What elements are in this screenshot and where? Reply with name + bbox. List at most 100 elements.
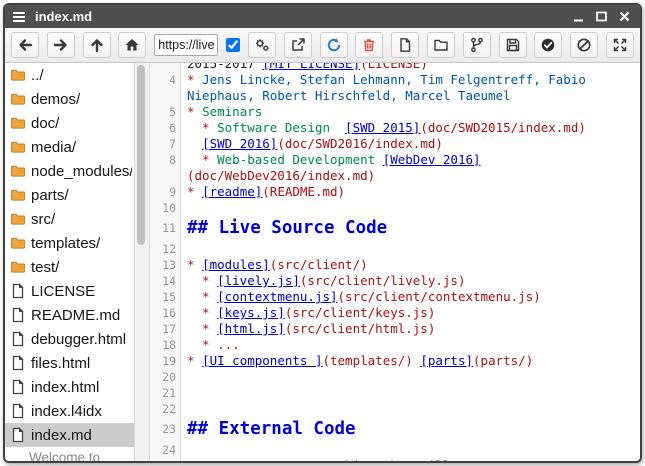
toolbar — [5, 28, 640, 63]
file-name: templates/ — [31, 235, 100, 252]
close-button[interactable] — [618, 10, 631, 23]
code-line[interactable]: 16 * [keys.js](src/client/keys.js) — [150, 305, 640, 321]
code-line[interactable]: 4* Jens Lincke, Stefan Lehmann, Tim Felg… — [150, 72, 640, 88]
code-line[interactable]: 21 — [150, 385, 640, 401]
new-folder-button[interactable] — [427, 32, 455, 58]
code-line-text: * Web-based Development [WebDev 2016] — [187, 152, 481, 167]
forward-button[interactable] — [47, 32, 75, 58]
file-name: demos/ — [31, 91, 80, 108]
line-number: 25 — [150, 458, 176, 461]
code-line[interactable]: 8 * Web-based Development [WebDev 2016] — [150, 152, 640, 168]
code-line[interactable]: Niephaus, Robert Hirschfeld, Marcel Taeu… — [150, 88, 640, 104]
code-line-text: * [UI components ](templates/) [parts](p… — [187, 353, 533, 368]
arrow-right-icon — [53, 37, 69, 53]
folder-icon — [10, 115, 26, 131]
file-icon — [10, 331, 26, 347]
line-number: 12 — [150, 241, 176, 257]
file-list-item-templates[interactable]: templates/ — [5, 231, 134, 255]
maximize-icon — [597, 13, 606, 21]
file-icon — [10, 307, 26, 323]
trash-icon — [361, 37, 377, 53]
file-list-item-files-html[interactable]: files.html — [5, 351, 134, 375]
file-list-item-debugger-html[interactable]: debugger.html — [5, 327, 134, 351]
code-line[interactable]: 24 — [150, 442, 640, 458]
expand-button[interactable] — [606, 32, 634, 58]
code-line[interactable]: 12 — [150, 241, 640, 257]
maximize-button[interactable] — [595, 10, 608, 23]
menu-icon[interactable] — [12, 11, 26, 23]
code-line[interactable]: 19* [UI components ](templates/) [parts]… — [150, 353, 640, 369]
file-icon — [10, 355, 26, 371]
code-line[interactable]: 13* [modules](src/client/) — [150, 257, 640, 273]
file-list-item-index-l4idx[interactable]: index.l4idx — [5, 399, 134, 423]
folder-icon — [10, 91, 26, 107]
line-number: 5 — [150, 104, 176, 120]
code-line-text: [SWD 2016](doc/SWD2016/index.md) — [187, 136, 443, 151]
sidebar-scrollbar-thumb[interactable] — [137, 65, 145, 245]
code-line[interactable]: 11## Live Source Code — [150, 216, 640, 241]
cancel-button[interactable] — [570, 32, 598, 58]
file-name: index.l4idx — [31, 403, 102, 420]
browser-window: index.md — [3, 3, 642, 463]
code-line[interactable]: 5* Seminars — [150, 104, 640, 120]
back-button[interactable] — [11, 32, 39, 58]
code-line[interactable]: 7 [SWD 2016](doc/SWD2016/index.md) — [150, 136, 640, 152]
code-line[interactable]: 2015-2017 [MIT LICENSE](LICENSE) — [150, 63, 640, 72]
code-line[interactable]: 18 * ... — [150, 337, 640, 353]
line-number: 4 — [150, 72, 176, 88]
file-list-item-src[interactable]: src/ — [5, 207, 134, 231]
refresh-button[interactable] — [320, 32, 348, 58]
file-list-item-readme-md[interactable]: README.md — [5, 303, 134, 327]
code-line[interactable]: 10 — [150, 200, 640, 216]
file-list-item-demos[interactable]: demos/ — [5, 87, 134, 111]
code-line[interactable]: 22 — [150, 401, 640, 417]
accept-button[interactable] — [534, 32, 562, 58]
line-number: 24 — [150, 442, 176, 458]
settings-button[interactable] — [248, 32, 276, 58]
file-list-item-media[interactable]: media/ — [5, 135, 134, 159]
line-number: 23 — [150, 417, 176, 442]
folder-icon — [10, 235, 26, 251]
code-line[interactable]: (doc/WebDev2016/index.md) — [150, 168, 640, 184]
code-line[interactable]: 9* [readme](README.md) — [150, 184, 640, 200]
home-button[interactable] — [118, 32, 146, 58]
code-line-text: * [modules](src/client/) — [187, 257, 368, 272]
line-number: 11 — [150, 216, 176, 241]
code-line[interactable]: 14 * [lively.js](src/client/lively.js) — [150, 273, 640, 289]
line-number: 10 — [150, 200, 176, 216]
line-number: 14 — [150, 273, 176, 289]
code-line[interactable]: 17 * [html.js](src/client/html.js) — [150, 321, 640, 337]
trash-button[interactable] — [355, 32, 383, 58]
file-list-item-parts[interactable]: parts/ — [5, 183, 134, 207]
file-list-item-index-html[interactable]: index.html — [5, 375, 134, 399]
code-line-text: * [lively.js](src/client/lively.js) — [187, 273, 465, 288]
code-line[interactable]: 20 — [150, 369, 640, 385]
folder-icon — [10, 211, 26, 227]
file-list-item-license[interactable]: LICENSE — [5, 279, 134, 303]
code-line[interactable]: 25We try to reuse something that will — [150, 458, 640, 461]
deps-checkbox[interactable] — [226, 38, 240, 52]
minimize-button[interactable] — [572, 10, 585, 23]
up-button[interactable] — [83, 32, 111, 58]
line-number: 8 — [150, 152, 176, 168]
code-line[interactable]: 23## External Code — [150, 417, 640, 442]
file-name: ../ — [31, 67, 44, 84]
titlebar[interactable]: index.md — [5, 5, 640, 28]
code-line[interactable]: 15 * [contextmenu.js](src/client/context… — [150, 289, 640, 305]
file-list-item-doc[interactable]: doc/ — [5, 111, 134, 135]
versions-button[interactable] — [463, 32, 491, 58]
code-editor[interactable]: 2015-2017 [MIT LICENSE](LICENSE)4* Jens … — [150, 63, 640, 461]
open-external-button[interactable] — [284, 32, 312, 58]
code-line[interactable]: 6 * Software Design [SWD 2015](doc/SWD20… — [150, 120, 640, 136]
url-input[interactable] — [154, 34, 218, 56]
file-name: files.html — [31, 355, 90, 372]
file-list-item-node-modules[interactable]: node_modules/ — [5, 159, 134, 183]
file-list-item-[interactable]: ../ — [5, 63, 134, 87]
new-file-button[interactable] — [391, 32, 419, 58]
save-button[interactable] — [499, 32, 527, 58]
file-list-item-index-md[interactable]: index.md — [5, 423, 134, 447]
arrow-up-icon — [89, 37, 105, 53]
code-line-text: 2015-2017 [MIT LICENSE](LICENSE) — [187, 63, 428, 71]
sidebar-scrollbar[interactable] — [134, 63, 150, 461]
file-list-item-test[interactable]: test/ — [5, 255, 134, 279]
